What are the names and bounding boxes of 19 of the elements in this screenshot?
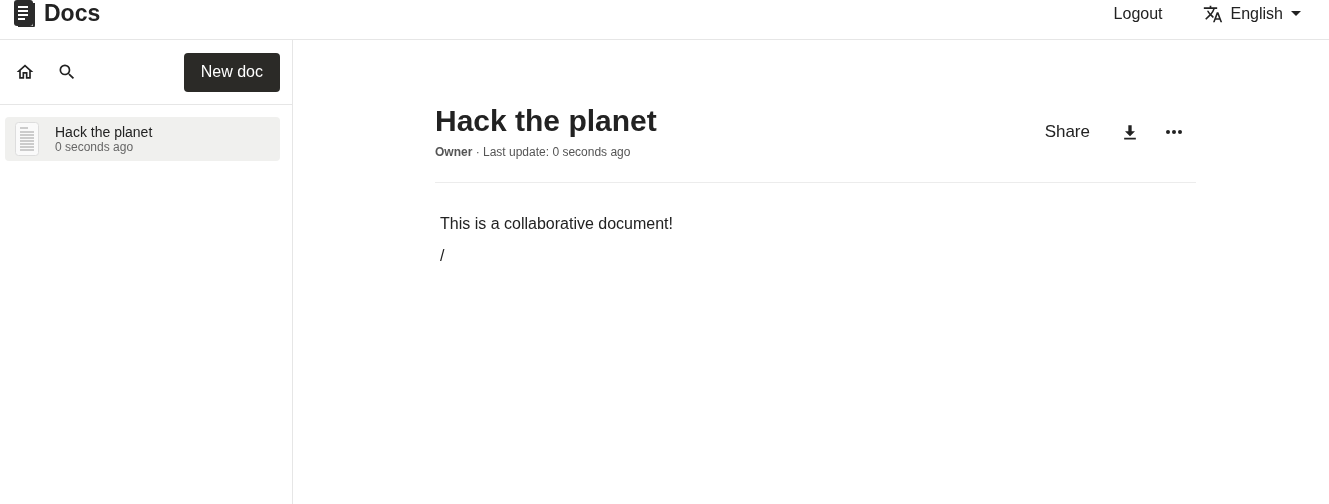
document-icon [15, 122, 39, 156]
translate-icon [1202, 4, 1223, 24]
document-item-title: Hack the planet [55, 124, 153, 140]
paragraph: This is a collaborative document! [440, 214, 674, 234]
document-meta: Owner · Last update: 0 seconds ago [435, 145, 632, 159]
more-icon[interactable] [1164, 128, 1184, 135]
app-logo: Docs [44, 0, 101, 27]
logout-button[interactable]: Logout [1107, 2, 1169, 26]
caret-icon [1291, 11, 1301, 17]
home-icon[interactable] [15, 62, 35, 82]
document-item-time: 0 seconds ago [55, 140, 135, 154]
share-button[interactable]: Share [1038, 119, 1096, 144]
new-doc-button[interactable]: New doc [183, 52, 280, 92]
document-item[interactable]: Hack the planet 0 seconds ago [5, 117, 280, 161]
document-title: Hack the planet [435, 104, 657, 138]
paragraph: / [440, 246, 446, 266]
search-icon[interactable] [57, 62, 77, 82]
logo-icon [13, 0, 37, 27]
language-selector[interactable]: English [1196, 2, 1307, 26]
